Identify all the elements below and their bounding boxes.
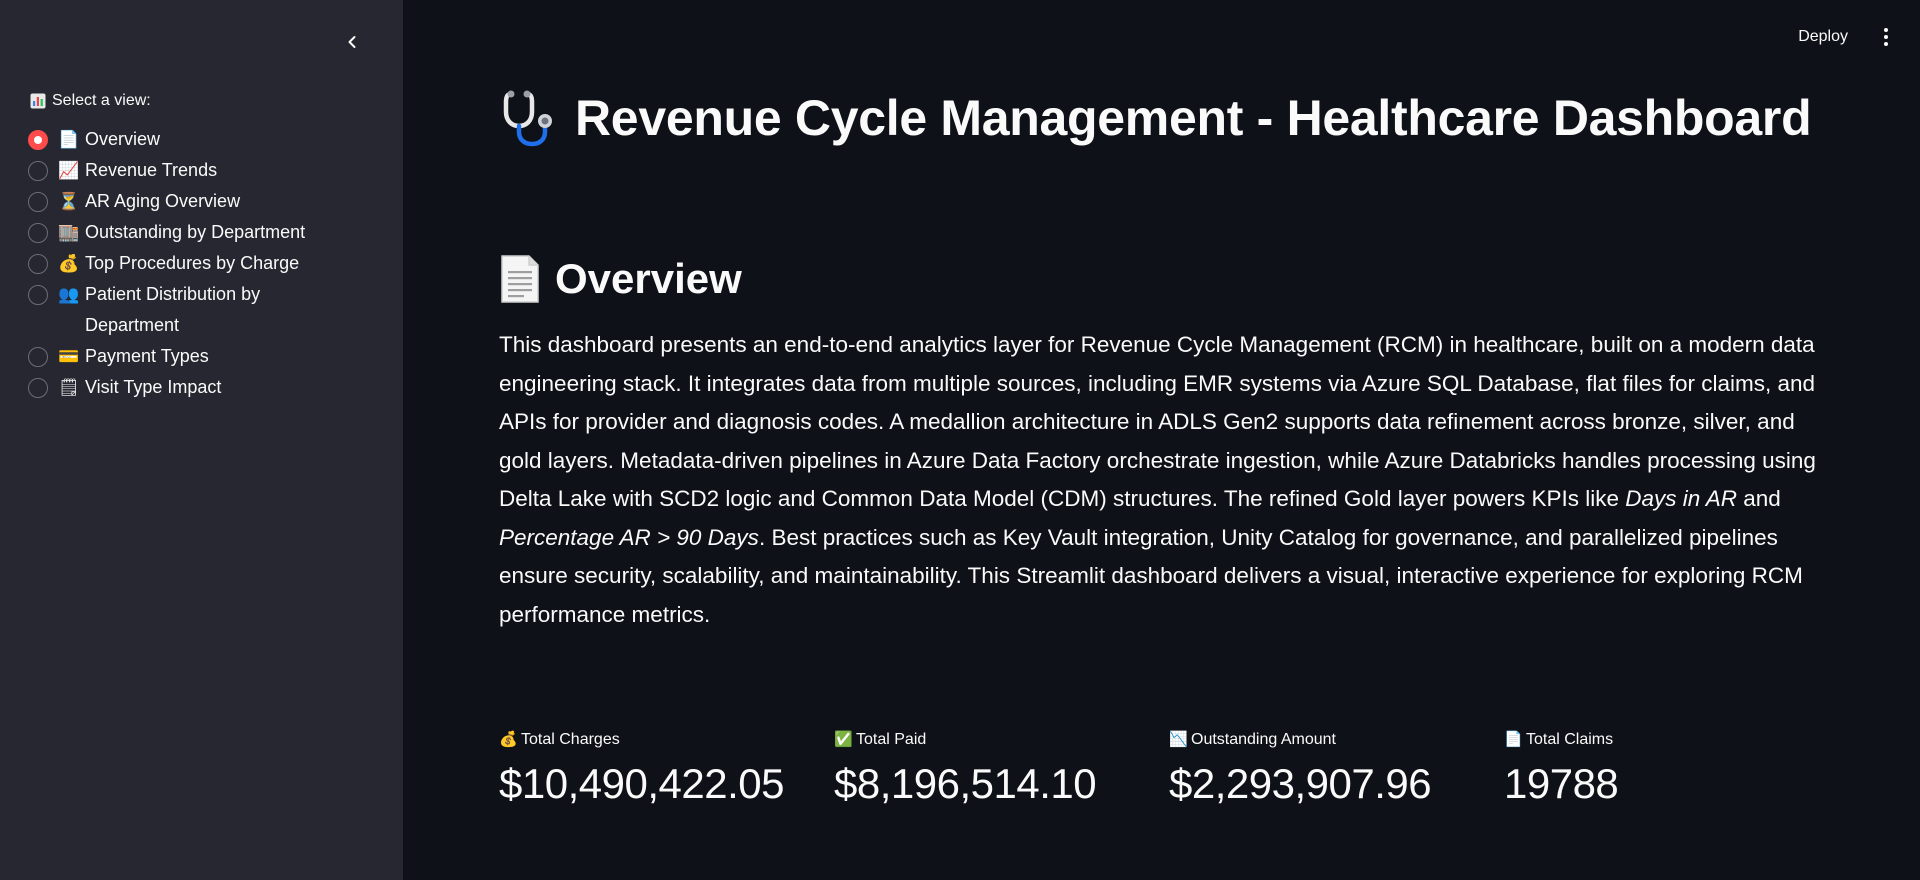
radio-option-revenue-trends[interactable]: 📈 Revenue Trends: [28, 155, 368, 186]
view-select-label-text: Select a view:: [52, 92, 151, 109]
radio-button[interactable]: [28, 192, 48, 212]
metric-label-text: Total Paid: [856, 731, 927, 748]
metric-label-text: Total Claims: [1526, 731, 1614, 748]
overview-description: This dashboard presents an end-to-end an…: [499, 326, 1829, 634]
money-bag-icon: 💰: [58, 254, 80, 273]
radio-option-label: AR Aging Overview: [85, 191, 241, 211]
radio-option-patient-distribution[interactable]: 👥 Patient Distribution by Department: [28, 279, 368, 341]
metric-label: 💰 Total Charges: [499, 728, 834, 752]
metric-total-charges: 💰 Total Charges $10,490,422.05: [499, 728, 834, 808]
department-store-icon: 🏬: [58, 223, 80, 242]
sidebar: Select a view: 📄 Overview 📈 Revenue Tren…: [0, 0, 403, 880]
metric-value: 19788: [1504, 760, 1619, 807]
main-content: Deploy Revenue Cycle Management - Health…: [403, 0, 1920, 880]
radio-option-ar-aging[interactable]: ⏳ AR Aging Overview: [28, 186, 368, 217]
metric-label: ✅ Total Paid: [834, 728, 1169, 752]
radio-option-label: Top Procedures by Charge: [85, 253, 300, 273]
radio-option-label: Patient Distribution by Department: [85, 284, 261, 335]
notepad-icon: 🗒: [58, 378, 80, 397]
document-icon: [501, 255, 539, 303]
section-heading: Overview: [555, 255, 742, 302]
radio-option-label: Outstanding by Department: [85, 222, 306, 242]
radio-button[interactable]: [28, 254, 48, 274]
metric-value: $10,490,422.05: [499, 760, 784, 807]
page-title: Revenue Cycle Management - Healthcare Da…: [575, 90, 1812, 146]
radio-option-payment-types[interactable]: 💳 Payment Types: [28, 341, 368, 372]
top-toolbar: Deploy: [1792, 22, 1896, 52]
radio-button-selected[interactable]: [28, 130, 48, 150]
radio-option-outstanding-by-department[interactable]: 🏬 Outstanding by Department: [28, 217, 368, 248]
radio-button[interactable]: [28, 378, 48, 398]
radio-option-label: Payment Types: [85, 346, 209, 366]
metric-total-paid: ✅ Total Paid $8,196,514.10: [834, 728, 1169, 808]
description-emphasis: Days in AR: [1625, 486, 1737, 511]
radio-option-visit-type-impact[interactable]: 🗒 Visit Type Impact: [28, 372, 368, 403]
document-icon: 📄: [58, 130, 80, 149]
chevron-left-icon: [348, 36, 356, 48]
chart-increasing-icon: 📈: [58, 161, 80, 180]
metric-total-claims: 📄 Total Claims 19788: [1504, 728, 1839, 808]
app-root: Select a view: 📄 Overview 📈 Revenue Tren…: [0, 0, 1920, 880]
document-icon: 📄: [1504, 731, 1523, 748]
hourglass-icon: ⏳: [58, 192, 80, 211]
check-mark-icon: ✅: [834, 731, 853, 748]
view-select-label: Select a view:: [30, 92, 151, 110]
radio-button[interactable]: [28, 161, 48, 181]
stethoscope-icon: [503, 90, 552, 147]
radio-option-top-procedures[interactable]: 💰 Top Procedures by Charge: [28, 248, 368, 279]
metrics-row: 💰 Total Charges $10,490,422.05 ✅ Total P…: [499, 728, 1839, 808]
radio-option-overview[interactable]: 📄 Overview: [28, 124, 368, 155]
metric-label-text: Total Charges: [521, 731, 620, 748]
metric-value: $8,196,514.10: [834, 760, 1097, 807]
radio-option-label: Overview: [85, 129, 161, 149]
collapse-sidebar-button[interactable]: [336, 26, 368, 58]
section-heading-row: Overview: [499, 254, 742, 304]
metric-outstanding-amount: 📉 Outstanding Amount $2,293,907.96: [1169, 728, 1504, 808]
money-bag-icon: 💰: [499, 731, 518, 748]
description-text: and: [1737, 486, 1781, 511]
description-emphasis: Percentage AR > 90 Days: [499, 524, 759, 550]
metric-label: 📄 Total Claims: [1504, 728, 1839, 752]
description-text: This dashboard presents an end-to-end an…: [499, 332, 1816, 511]
chart-decreasing-icon: 📉: [1169, 731, 1188, 748]
metric-value: $2,293,907.96: [1169, 760, 1432, 807]
credit-card-icon: 💳: [58, 347, 80, 366]
bar-chart-icon: [30, 93, 46, 109]
metric-label: 📉 Outstanding Amount: [1169, 728, 1504, 752]
radio-button[interactable]: [28, 347, 48, 367]
page-title-row: Revenue Cycle Management - Healthcare Da…: [499, 88, 1812, 148]
radio-option-label: Revenue Trends: [85, 160, 218, 180]
people-icon: 👥: [58, 285, 80, 304]
radio-option-label: Visit Type Impact: [85, 377, 222, 397]
metric-label-text: Outstanding Amount: [1191, 731, 1336, 748]
deploy-button[interactable]: Deploy: [1792, 24, 1854, 50]
view-radio-group: 📄 Overview 📈 Revenue Trends ⏳ AR Aging O…: [28, 124, 368, 403]
radio-button[interactable]: [28, 285, 48, 305]
radio-button[interactable]: [28, 223, 48, 243]
more-options-icon[interactable]: [1876, 22, 1896, 52]
